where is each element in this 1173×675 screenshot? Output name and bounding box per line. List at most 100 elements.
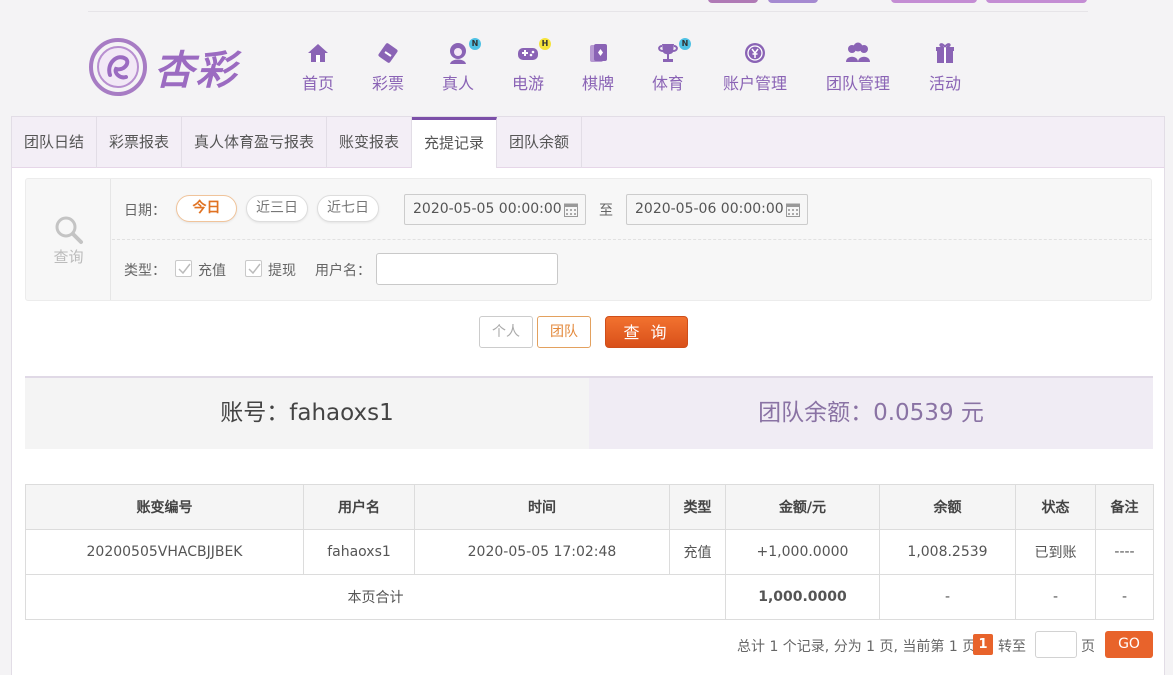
page: 杏彩 首页 彩票 N 真人 H 电游 棋牌 N 体育 账户管理 团队管理 活动 … bbox=[0, 0, 1173, 675]
tab-account-changes[interactable]: 账变报表 bbox=[327, 117, 412, 168]
nav-badge: N bbox=[679, 38, 691, 50]
remark-cell: ---- bbox=[1095, 529, 1154, 575]
top-pill[interactable] bbox=[708, 0, 758, 3]
nav-badge: N bbox=[469, 38, 481, 50]
nav-badge: H bbox=[539, 38, 551, 50]
nav-item-live[interactable]: N 真人 bbox=[440, 38, 481, 94]
query-side: 查询 bbox=[26, 179, 111, 300]
gamepad-icon-wrap: H bbox=[515, 38, 551, 66]
pagination-info: 总计 1 个记录, 分为 1 页, 当前第 1 页 bbox=[737, 639, 977, 655]
nav-item-home[interactable]: 首页 bbox=[300, 40, 336, 94]
goto-label: 转至 bbox=[998, 639, 1026, 655]
username-label: 用户名： bbox=[315, 263, 371, 279]
nav-item-events[interactable]: 活动 bbox=[927, 40, 963, 94]
query-button[interactable]: 查 询 bbox=[605, 316, 688, 348]
top-strip bbox=[88, 0, 1088, 12]
team-users-icon bbox=[846, 42, 870, 62]
report-tabs: 团队日结 彩票报表 真人体育盈亏报表 账变报表 充提记录 团队余额 bbox=[11, 116, 1165, 169]
nav-label: 活动 bbox=[928, 74, 961, 93]
time-cell: 2020-05-05 17:02:48 bbox=[414, 529, 670, 575]
query-side-label: 查询 bbox=[53, 248, 84, 266]
column-header: 金额/元 bbox=[725, 484, 880, 530]
type-label: 类型： bbox=[124, 263, 166, 279]
deposit-checkbox[interactable] bbox=[175, 260, 192, 277]
cards-icon bbox=[590, 44, 607, 62]
start-date-value: 2020-05-05 00:00:00 bbox=[413, 201, 562, 217]
records-table: 账变编号 用户名 时间 类型 金额/元 余额 状态 备注 20200505VHA… bbox=[25, 484, 1154, 620]
home-icon bbox=[308, 44, 328, 62]
current-page[interactable]: 1 bbox=[973, 634, 993, 655]
type-row: 类型： 充值 提现 用户名： bbox=[112, 240, 1152, 300]
start-date-input[interactable]: 2020-05-05 00:00:00 bbox=[404, 194, 586, 225]
main-panel: 查询 日期： 今日 近三日 近七日 2020-05-05 00:00:00 至 … bbox=[11, 168, 1165, 675]
tab-lottery-report[interactable]: 彩票报表 bbox=[97, 117, 182, 168]
goto-page-input[interactable] bbox=[1035, 631, 1077, 658]
nav-label: 彩票 bbox=[371, 74, 404, 93]
status-cell: 已到账 bbox=[1015, 529, 1096, 575]
top-pill[interactable] bbox=[891, 0, 977, 3]
range-7days-button[interactable]: 近七日 bbox=[317, 195, 379, 222]
column-header: 类型 bbox=[669, 484, 726, 530]
table-header-row: 账变编号 用户名 时间 类型 金额/元 余额 状态 备注 bbox=[25, 484, 1154, 530]
column-header: 余额 bbox=[879, 484, 1016, 530]
table-row: 20200505VHACBJJBEK fahaoxs1 2020-05-05 1… bbox=[25, 529, 1154, 575]
column-header: 状态 bbox=[1015, 484, 1096, 530]
nav-label: 账户管理 bbox=[722, 74, 787, 93]
trophy-icon-wrap: N bbox=[655, 38, 691, 66]
nav-item-cards[interactable]: 棋牌 bbox=[580, 40, 616, 94]
total-label-cell: 本页合计 bbox=[25, 574, 726, 620]
main-nav: 首页 彩票 N 真人 H 电游 棋牌 N 体育 账户管理 团队管理 活动 bbox=[0, 38, 1173, 100]
checkmark-icon bbox=[178, 263, 191, 275]
tab-live-sports-pnl[interactable]: 真人体育盈亏报表 bbox=[182, 117, 327, 168]
live-dealer-icon bbox=[450, 43, 466, 64]
search-icon bbox=[55, 216, 83, 244]
summary-bar: 账号：fahaoxs1 团队余额：0.0539 元 bbox=[25, 376, 1153, 449]
end-date-value: 2020-05-06 00:00:00 bbox=[635, 201, 784, 217]
total-status-cell: - bbox=[1015, 574, 1096, 620]
total-balance-cell: - bbox=[879, 574, 1016, 620]
page-suffix-label: 页 bbox=[1081, 639, 1095, 655]
account-summary: 账号：fahaoxs1 bbox=[25, 378, 589, 449]
nav-item-account[interactable]: 账户管理 bbox=[720, 40, 790, 94]
username-input[interactable] bbox=[376, 253, 558, 285]
nav-label: 首页 bbox=[301, 74, 334, 93]
deposit-label: 充值 bbox=[198, 263, 226, 279]
column-header: 账变编号 bbox=[25, 484, 304, 530]
calendar-icon bbox=[786, 203, 800, 217]
nav-item-sports[interactable]: N 体育 bbox=[650, 38, 691, 94]
nav-item-lottery[interactable]: 彩票 bbox=[370, 40, 406, 94]
range-today-button[interactable]: 今日 bbox=[176, 195, 237, 222]
amount-cell: +1,000.0000 bbox=[725, 529, 880, 575]
balance-cell: 1,008.2539 bbox=[879, 529, 1016, 575]
record-id-cell: 20200505VHACBJJBEK bbox=[25, 529, 304, 575]
nav-item-team[interactable]: 团队管理 bbox=[823, 40, 893, 94]
tab-deposit-withdraw[interactable]: 充提记录 bbox=[412, 117, 497, 169]
range-3days-button[interactable]: 近三日 bbox=[246, 195, 308, 222]
withdraw-label: 提现 bbox=[268, 263, 296, 279]
tab-team-daily[interactable]: 团队日结 bbox=[12, 117, 97, 168]
column-header: 备注 bbox=[1095, 484, 1154, 530]
nav-label: 体育 bbox=[651, 74, 684, 93]
type-cell: 充值 bbox=[669, 529, 726, 575]
query-form: 查询 日期： 今日 近三日 近七日 2020-05-05 00:00:00 至 … bbox=[25, 178, 1152, 301]
nav-label: 团队管理 bbox=[825, 74, 890, 93]
go-button[interactable]: GO bbox=[1105, 631, 1153, 658]
date-label: 日期： bbox=[124, 203, 166, 219]
tab-team-balance[interactable]: 团队余额 bbox=[497, 117, 582, 168]
nav-label: 棋牌 bbox=[581, 74, 614, 93]
team-scope-button[interactable]: 团队 bbox=[537, 316, 591, 348]
top-pill[interactable] bbox=[768, 0, 818, 3]
withdraw-checkbox[interactable] bbox=[245, 260, 262, 277]
live-dealer-icon-wrap: N bbox=[445, 38, 481, 66]
total-amount-cell: 1,000.0000 bbox=[725, 574, 880, 620]
team-balance-summary: 团队余额：0.0539 元 bbox=[589, 378, 1153, 449]
nav-label: 电游 bbox=[511, 74, 544, 93]
personal-scope-button[interactable]: 个人 bbox=[479, 316, 533, 348]
trophy-icon bbox=[658, 44, 678, 62]
lottery-ticket-icon bbox=[378, 43, 398, 63]
date-row: 日期： 今日 近三日 近七日 2020-05-05 00:00:00 至 202… bbox=[112, 179, 1152, 240]
top-pill[interactable] bbox=[986, 0, 1087, 3]
checkmark-icon bbox=[248, 263, 261, 275]
nav-item-egames[interactable]: H 电游 bbox=[510, 38, 551, 94]
end-date-input[interactable]: 2020-05-06 00:00:00 bbox=[626, 194, 808, 225]
